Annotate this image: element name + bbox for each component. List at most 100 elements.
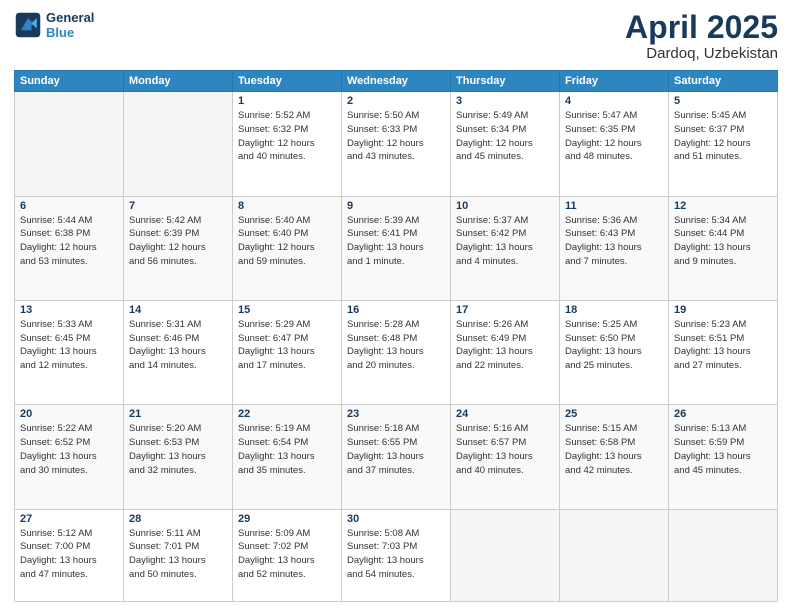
weekday-header-friday: Friday — [560, 71, 669, 92]
calendar-cell: 29 Sunrise: 5:09 AM Sunset: 7:02 PM Dayli… — [233, 509, 342, 601]
calendar-cell: 14Sunrise: 5:31 AM Sunset: 6:46 PM Dayli… — [124, 300, 233, 404]
day-info: Sunrise: 5:33 AM Sunset: 6:45 PM Dayligh… — [20, 318, 118, 373]
day-number: 16 — [347, 304, 445, 316]
day-info: Sunrise: 5:28 AM Sunset: 6:48 PM Dayligh… — [347, 318, 445, 373]
calendar-cell: 20 Sunrise: 5:22 AM Sunset: 6:52 PM Dayli… — [15, 405, 124, 509]
day-info: Sunrise: 5:08 AM Sunset: 7:03 PM Dayligh… — [347, 527, 445, 582]
day-info: Sunrise: 5:22 AM Sunset: 6:52 PM Dayligh… — [20, 422, 118, 477]
day-info: Sunrise: 5:50 AM Sunset: 6:33 PM Dayligh… — [347, 109, 445, 164]
day-number: 5 — [674, 95, 772, 107]
calendar-cell — [560, 509, 669, 601]
day-info: Sunrise: 5:20 AM Sunset: 6:53 PM Dayligh… — [129, 422, 227, 477]
day-info: Sunrise: 5:16 AM Sunset: 6:57 PM Dayligh… — [456, 422, 554, 477]
calendar-cell: 19 Sunrise: 5:23 AM Sunset: 6:51 PM Dayli… — [669, 300, 778, 404]
calendar-cell: 23 Sunrise: 5:18 AM Sunset: 6:55 PM Dayli… — [342, 405, 451, 509]
day-info: Sunrise: 5:40 AM Sunset: 6:40 PM Dayligh… — [238, 214, 336, 269]
day-info: Sunrise: 5:47 AM Sunset: 6:35 PM Dayligh… — [565, 109, 663, 164]
logo: General Blue — [14, 10, 94, 40]
day-info: Sunrise: 5:37 AM Sunset: 6:42 PM Dayligh… — [456, 214, 554, 269]
calendar-cell: 13 Sunrise: 5:33 AM Sunset: 6:45 PM Dayli… — [15, 300, 124, 404]
page: General Blue April 2025 Dardoq, Uzbekist… — [0, 0, 792, 612]
day-number: 8 — [238, 200, 336, 212]
calendar-cell: 27Sunrise: 5:12 AM Sunset: 7:00 PM Dayli… — [15, 509, 124, 601]
header: General Blue April 2025 Dardoq, Uzbekist… — [14, 10, 778, 62]
day-info: Sunrise: 5:49 AM Sunset: 6:34 PM Dayligh… — [456, 109, 554, 164]
day-number: 12 — [674, 200, 772, 212]
day-info: Sunrise: 5:44 AM Sunset: 6:38 PM Dayligh… — [20, 214, 118, 269]
calendar-cell: 15 Sunrise: 5:29 AM Sunset: 6:47 PM Dayli… — [233, 300, 342, 404]
day-number: 18 — [565, 304, 663, 316]
logo-icon — [14, 11, 42, 39]
day-info: Sunrise: 5:34 AM Sunset: 6:44 PM Dayligh… — [674, 214, 772, 269]
day-info: Sunrise: 5:11 AM Sunset: 7:01 PM Dayligh… — [129, 527, 227, 582]
day-number: 3 — [456, 95, 554, 107]
day-number: 23 — [347, 408, 445, 420]
day-number: 22 — [238, 408, 336, 420]
calendar-cell — [669, 509, 778, 601]
day-number: 6 — [20, 200, 118, 212]
day-number: 30 — [347, 513, 445, 525]
day-info: Sunrise: 5:26 AM Sunset: 6:49 PM Dayligh… — [456, 318, 554, 373]
day-number: 4 — [565, 95, 663, 107]
calendar-cell: 5 Sunrise: 5:45 AM Sunset: 6:37 PM Daylig… — [669, 92, 778, 196]
day-info: Sunrise: 5:52 AM Sunset: 6:32 PM Dayligh… — [238, 109, 336, 164]
calendar-cell: 18 Sunrise: 5:25 AM Sunset: 6:50 PM Dayli… — [560, 300, 669, 404]
calendar-cell: 3 Sunrise: 5:49 AM Sunset: 6:34 PM Daylig… — [451, 92, 560, 196]
day-number: 29 — [238, 513, 336, 525]
calendar-cell: 2 Sunrise: 5:50 AM Sunset: 6:33 PM Daylig… — [342, 92, 451, 196]
calendar-cell: 7 Sunrise: 5:42 AM Sunset: 6:39 PM Daylig… — [124, 196, 233, 300]
calendar-table: SundayMondayTuesdayWednesdayThursdayFrid… — [14, 70, 778, 602]
calendar-cell: 11Sunrise: 5:36 AM Sunset: 6:43 PM Dayli… — [560, 196, 669, 300]
day-number: 19 — [674, 304, 772, 316]
day-info: Sunrise: 5:42 AM Sunset: 6:39 PM Dayligh… — [129, 214, 227, 269]
day-number: 15 — [238, 304, 336, 316]
calendar-cell: 6 Sunrise: 5:44 AM Sunset: 6:38 PM Daylig… — [15, 196, 124, 300]
calendar-cell: 9Sunrise: 5:39 AM Sunset: 6:41 PM Daylig… — [342, 196, 451, 300]
calendar-cell: 30 Sunrise: 5:08 AM Sunset: 7:03 PM Dayli… — [342, 509, 451, 601]
day-number: 21 — [129, 408, 227, 420]
calendar-cell: 25 Sunrise: 5:15 AM Sunset: 6:58 PM Dayli… — [560, 405, 669, 509]
calendar-cell: 17 Sunrise: 5:26 AM Sunset: 6:49 PM Dayli… — [451, 300, 560, 404]
day-number: 13 — [20, 304, 118, 316]
calendar-cell: 26 Sunrise: 5:13 AM Sunset: 6:59 PM Dayli… — [669, 405, 778, 509]
day-info: Sunrise: 5:09 AM Sunset: 7:02 PM Dayligh… — [238, 527, 336, 582]
weekday-header-saturday: Saturday — [669, 71, 778, 92]
calendar-cell — [451, 509, 560, 601]
day-number: 25 — [565, 408, 663, 420]
day-info: Sunrise: 5:23 AM Sunset: 6:51 PM Dayligh… — [674, 318, 772, 373]
weekday-header-row: SundayMondayTuesdayWednesdayThursdayFrid… — [15, 71, 778, 92]
day-number: 1 — [238, 95, 336, 107]
weekday-header-monday: Monday — [124, 71, 233, 92]
month-title: April 2025 — [625, 10, 778, 45]
day-info: Sunrise: 5:18 AM Sunset: 6:55 PM Dayligh… — [347, 422, 445, 477]
day-info: Sunrise: 5:36 AM Sunset: 6:43 PM Dayligh… — [565, 214, 663, 269]
calendar-cell: 4 Sunrise: 5:47 AM Sunset: 6:35 PM Daylig… — [560, 92, 669, 196]
day-number: 2 — [347, 95, 445, 107]
day-info: Sunrise: 5:45 AM Sunset: 6:37 PM Dayligh… — [674, 109, 772, 164]
calendar-cell — [15, 92, 124, 196]
day-info: Sunrise: 5:15 AM Sunset: 6:58 PM Dayligh… — [565, 422, 663, 477]
day-number: 26 — [674, 408, 772, 420]
calendar-cell: 22 Sunrise: 5:19 AM Sunset: 6:54 PM Dayli… — [233, 405, 342, 509]
day-number: 28 — [129, 513, 227, 525]
day-number: 24 — [456, 408, 554, 420]
week-row-2: 6 Sunrise: 5:44 AM Sunset: 6:38 PM Daylig… — [15, 196, 778, 300]
logo-text: General Blue — [46, 10, 94, 40]
day-number: 7 — [129, 200, 227, 212]
calendar-cell: 24 Sunrise: 5:16 AM Sunset: 6:57 PM Dayli… — [451, 405, 560, 509]
week-row-5: 27Sunrise: 5:12 AM Sunset: 7:00 PM Dayli… — [15, 509, 778, 601]
day-number: 20 — [20, 408, 118, 420]
day-number: 17 — [456, 304, 554, 316]
weekday-header-wednesday: Wednesday — [342, 71, 451, 92]
calendar-cell: 1 Sunrise: 5:52 AM Sunset: 6:32 PM Daylig… — [233, 92, 342, 196]
day-number: 9 — [347, 200, 445, 212]
day-info: Sunrise: 5:29 AM Sunset: 6:47 PM Dayligh… — [238, 318, 336, 373]
day-info: Sunrise: 5:19 AM Sunset: 6:54 PM Dayligh… — [238, 422, 336, 477]
weekday-header-tuesday: Tuesday — [233, 71, 342, 92]
day-info: Sunrise: 5:13 AM Sunset: 6:59 PM Dayligh… — [674, 422, 772, 477]
week-row-1: 1 Sunrise: 5:52 AM Sunset: 6:32 PM Daylig… — [15, 92, 778, 196]
calendar-cell: 28 Sunrise: 5:11 AM Sunset: 7:01 PM Dayli… — [124, 509, 233, 601]
calendar-cell: 12 Sunrise: 5:34 AM Sunset: 6:44 PM Dayli… — [669, 196, 778, 300]
weekday-header-sunday: Sunday — [15, 71, 124, 92]
day-info: Sunrise: 5:25 AM Sunset: 6:50 PM Dayligh… — [565, 318, 663, 373]
